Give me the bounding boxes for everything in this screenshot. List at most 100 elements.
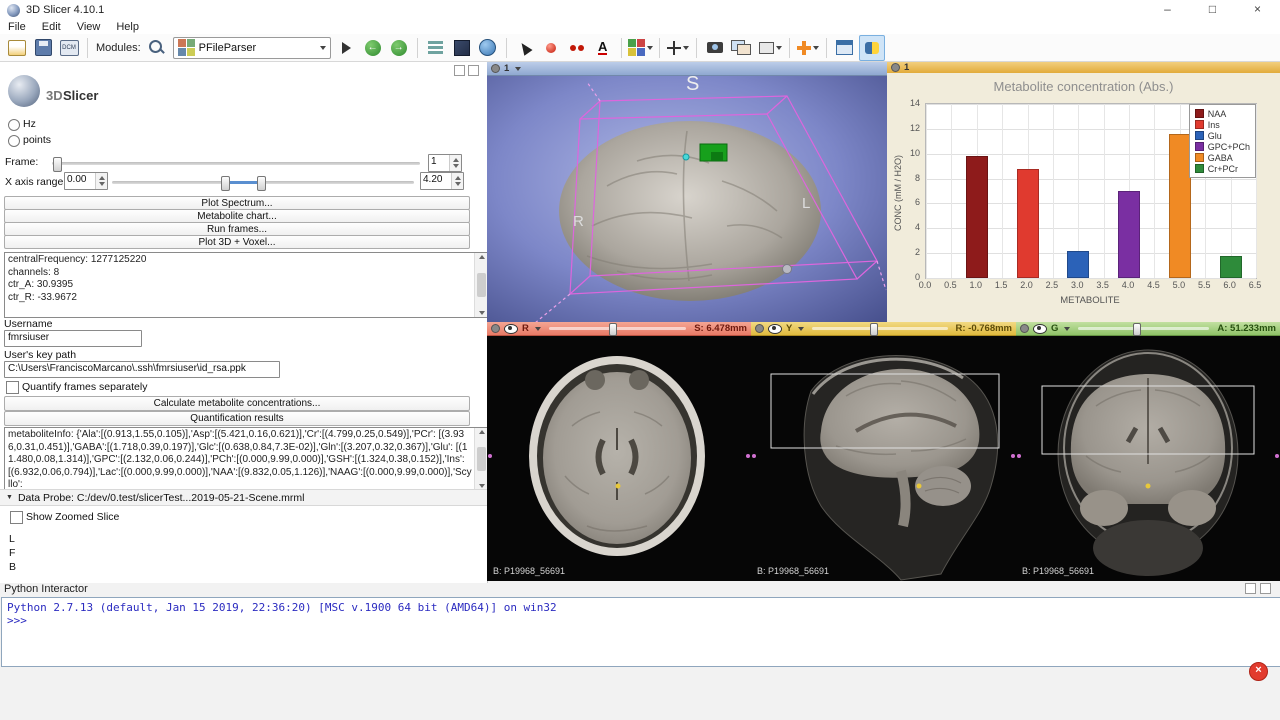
visibility-eye-icon[interactable] xyxy=(1033,324,1047,334)
scrollbar[interactable] xyxy=(474,253,488,317)
extension-manager-globe-icon[interactable] xyxy=(476,36,500,60)
xaxis-range-handle-high[interactable] xyxy=(257,176,266,191)
visibility-eye-icon[interactable] xyxy=(504,324,518,334)
menu-bar: File Edit View Help xyxy=(0,20,1280,34)
x-tick-label: 3.0 xyxy=(1063,280,1091,290)
qt-designer-icon[interactable] xyxy=(833,36,857,60)
frame-slider[interactable] xyxy=(52,162,420,165)
bar-NAA xyxy=(966,156,988,278)
menu-file[interactable]: File xyxy=(0,21,34,33)
xaxis-range-handle-low[interactable] xyxy=(221,176,230,191)
radio-hz[interactable] xyxy=(8,119,20,131)
green-slice-header[interactable]: G A: 51.233mm xyxy=(1016,322,1280,336)
place-fiducial-icon[interactable] xyxy=(539,36,563,60)
console-popup-icon[interactable] xyxy=(1245,583,1256,594)
gridline-v xyxy=(1104,104,1105,278)
scene-view-icon[interactable] xyxy=(729,36,757,60)
load-data-icon[interactable] xyxy=(5,36,29,60)
menu-view[interactable]: View xyxy=(69,21,109,33)
xaxis-max-spinbox[interactable]: 4.20 xyxy=(420,172,464,190)
fiducial-list-icon[interactable] xyxy=(565,36,589,60)
maximize-button[interactable]: □ xyxy=(1190,0,1235,20)
module-history-forward-icon[interactable]: → xyxy=(387,36,411,60)
xaxis-range-slider[interactable] xyxy=(112,181,414,184)
logo-text-3d: 3D xyxy=(46,88,63,103)
slicer-logo-icon xyxy=(8,75,40,107)
run-frames-button[interactable]: Run frames... xyxy=(4,222,470,236)
x-tick-label: 4.0 xyxy=(1114,280,1142,290)
red-slice-body[interactable]: B: P19968_56691 xyxy=(487,336,751,581)
metabolite-info-textarea[interactable]: metaboliteInfo: {'Ala':[(0.913,1.55,0.10… xyxy=(4,427,489,491)
visibility-eye-icon[interactable] xyxy=(768,324,782,334)
pin-icon[interactable] xyxy=(491,324,500,333)
module-selector-combo[interactable]: PFileParser xyxy=(173,37,331,59)
scene-view-menu-icon[interactable] xyxy=(759,36,783,60)
threeD-render-canvas[interactable]: S R L xyxy=(487,76,887,323)
threeD-view-header[interactable]: 1 xyxy=(487,62,887,76)
bar-Glu xyxy=(1067,251,1089,278)
scrollbar[interactable] xyxy=(474,428,488,490)
green-slice-body[interactable]: B: P19968_56691 xyxy=(1016,336,1280,581)
minimize-button[interactable]: – xyxy=(1145,0,1190,20)
show-zoomed-slice-checkbox[interactable] xyxy=(10,511,23,524)
toolbar-separator xyxy=(696,38,697,58)
markups-place-icon[interactable] xyxy=(796,36,820,60)
plot-3d-voxel-button[interactable]: Plot 3D + Voxel... xyxy=(4,235,470,249)
panel-pin-icon[interactable] xyxy=(468,65,479,76)
quantification-results-button[interactable]: Quantification results xyxy=(4,411,470,426)
save-scene-icon[interactable] xyxy=(31,36,55,60)
chart-body: Metabolite concentration (Abs.) CONC (mM… xyxy=(887,73,1280,322)
chart-legend: NAAInsGluGPC+PChGABACr+PCr xyxy=(1189,104,1256,178)
plot-spectrum-button[interactable]: Plot Spectrum... xyxy=(4,196,470,210)
xaxis-min-spinbox[interactable]: 0.00 xyxy=(64,172,108,190)
radio-points[interactable] xyxy=(8,135,20,147)
frame-spinbox[interactable]: 1 xyxy=(428,154,462,172)
module-search-icon[interactable] xyxy=(145,36,169,60)
dicom-icon[interactable]: DCM xyxy=(57,36,81,60)
data-probe-collapsible[interactable]: ▼ Data Probe: C:/dev/0.test/slicerTest..… xyxy=(0,489,493,506)
yellow-slice-slider[interactable] xyxy=(812,327,947,330)
calculate-concentrations-button[interactable]: Calculate metabolite concentrations... xyxy=(4,396,470,411)
annotation-icon[interactable]: A xyxy=(591,36,615,60)
module-list-icon[interactable] xyxy=(424,36,448,60)
crosshair-icon[interactable] xyxy=(666,36,690,60)
green-slice-slider-handle[interactable] xyxy=(1133,323,1141,336)
red-slice-header[interactable]: R S: 6.478mm xyxy=(487,322,751,336)
error-dismiss-button[interactable]: × xyxy=(1249,662,1268,681)
yellow-slice-body[interactable]: B: P19968_56691 xyxy=(751,336,1016,581)
mouse-cursor-icon[interactable] xyxy=(513,36,537,60)
scan-info-textarea[interactable]: centralFrequency: 1277125220 channels: 8… xyxy=(4,252,489,318)
quantify-frames-checkbox[interactable] xyxy=(6,381,19,394)
chart-plot-area[interactable]: NAAInsGluGPC+PChGABACr+PCr xyxy=(925,103,1257,279)
chevron-down-icon xyxy=(683,46,689,50)
yellow-slice-header[interactable]: Y R: -0.768mm xyxy=(751,322,1016,336)
data-probe-label: Data Probe: C:/dev/0.test/slicerTest...2… xyxy=(18,492,305,504)
extensions-icon[interactable] xyxy=(450,36,474,60)
close-button[interactable]: × xyxy=(1235,0,1280,20)
red-slice-slider-handle[interactable] xyxy=(609,323,617,336)
pin-icon[interactable] xyxy=(891,63,900,72)
python-console[interactable]: Python 2.7.13 (default, Jan 15 2019, 22:… xyxy=(1,597,1280,667)
pin-icon[interactable] xyxy=(1020,324,1029,333)
panel-help-icon[interactable] xyxy=(454,65,465,76)
username-input[interactable]: fmrsiuser xyxy=(4,330,142,347)
module-home-icon[interactable] xyxy=(335,36,359,60)
yellow-slice-slider-handle[interactable] xyxy=(870,323,878,336)
python-interactor-icon[interactable] xyxy=(859,35,885,61)
module-history-back-icon[interactable]: ← xyxy=(361,36,385,60)
keypath-input[interactable]: C:\Users\FranciscoMarcano\.ssh\fmrsiuser… xyxy=(4,361,280,378)
pin-icon[interactable] xyxy=(491,64,500,73)
menu-edit[interactable]: Edit xyxy=(34,21,69,33)
pin-icon[interactable] xyxy=(755,324,764,333)
metabolite-chart-button[interactable]: Metabolite chart... xyxy=(4,209,470,223)
chevron-down-icon xyxy=(776,46,782,50)
console-close-icon[interactable] xyxy=(1260,583,1271,594)
frame-slider-handle[interactable] xyxy=(53,157,62,172)
red-slice-slider[interactable] xyxy=(549,327,686,330)
green-slice-slider[interactable] xyxy=(1078,327,1209,330)
layout-selector-icon[interactable] xyxy=(628,36,653,60)
gridline-v xyxy=(1053,104,1054,278)
menu-help[interactable]: Help xyxy=(108,21,147,33)
y-tick-label: 2 xyxy=(894,247,920,257)
screenshot-icon[interactable] xyxy=(703,36,727,60)
